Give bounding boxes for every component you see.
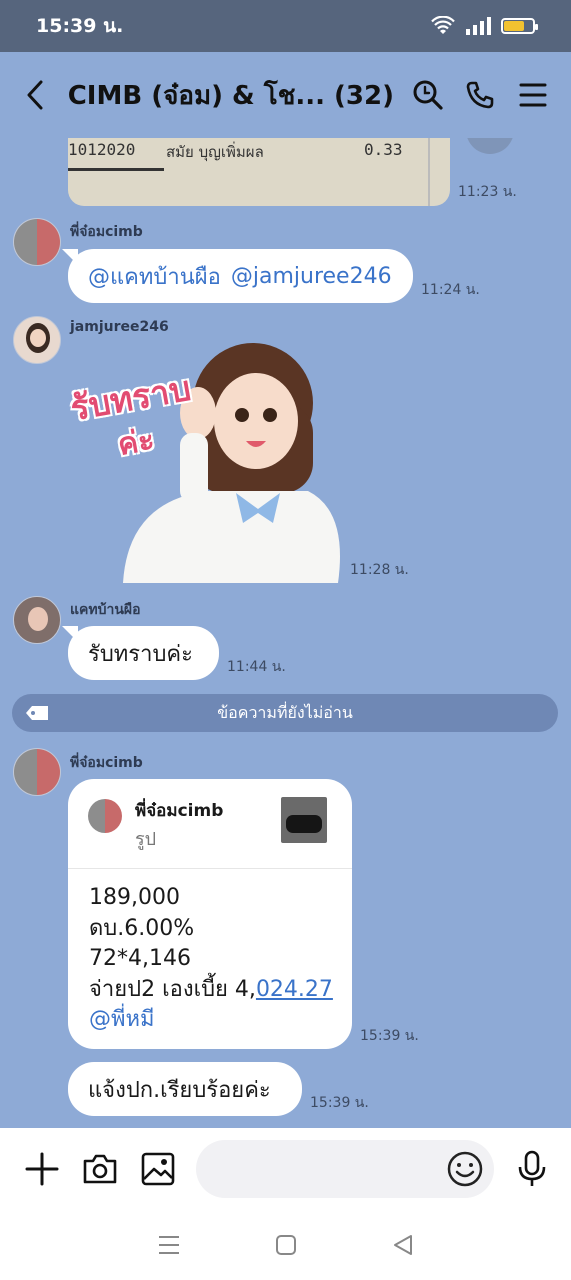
quoted-message[interactable]: พี่จ๋อมcimb รูป [68,779,352,869]
sticker-message[interactable]: รับทราบ ค่ะ [68,341,346,583]
phone-number-link[interactable]: 024.27 [256,977,333,1002]
status-icons [431,16,538,36]
message-line: ดบ.6.00% [89,915,195,941]
message-line: จ่ายป2 เองเบี้ย 4,024.27 [89,975,333,1006]
sender-name: พี่จ๋อมcimb [70,755,143,771]
message-bubble[interactable]: @แคทบ้านผือ @jamjuree246 [62,249,413,303]
sender-name: jamjuree246 [70,319,169,335]
quote-avatar [88,799,122,833]
phone-icon [467,81,494,109]
message-line: 72*4,146 [89,946,191,971]
message-text: 189,000 ดบ.6.00% 72*4,146 จ่ายป2 เองเบี้… [89,883,333,1036]
image-text-col2: สมัย บุญเพิ่มผล [166,143,264,161]
status-bar: 15:39 น. [0,0,571,52]
back-triangle-icon[interactable] [392,1234,414,1256]
mention-link[interactable]: @แคทบ้านผือ [88,259,221,294]
quote-sender: พี่จ๋อมcimb [135,801,224,821]
unread-divider: ข้อความที่ยังไม่อ่าน [12,694,558,732]
image-line [68,168,164,171]
message-text: รับทราบค่ะ [88,641,193,667]
search-icon [413,80,443,110]
avatar[interactable] [13,748,61,796]
battery-icon [501,18,538,34]
avatar[interactable] [13,316,61,364]
mention-link[interactable]: @jamjuree246 [231,264,392,289]
emoji-button[interactable] [446,1150,484,1188]
message-bubble[interactable]: รับทราบค่ะ [62,626,219,680]
quote-type: รูป [135,829,157,850]
recent-apps-icon[interactable] [158,1234,180,1256]
chat-header: CIMB (จ๋อม) & โช... (32) [0,52,571,138]
image-message[interactable]: 1012020 สมัย บุญเพิ่มผล 0.33 [68,138,450,206]
message-time: 11:24 น. [421,282,480,298]
microphone-icon [518,1150,546,1186]
voice-button[interactable] [510,1147,554,1191]
home-icon[interactable] [275,1234,297,1256]
scroll-button[interactable] [466,138,514,154]
unread-label: ข้อความที่ยังไม่อ่าน [217,702,353,722]
sender-name: พี่จ๋อมcimb [70,224,143,240]
tag-icon [26,706,48,720]
message-time: 11:28 น. [350,562,409,578]
message-time: 11:44 น. [227,659,286,675]
message-time: 11:23 น. [458,184,517,200]
add-button[interactable] [20,1147,64,1191]
sender-name: แคทบ้านผือ [70,602,141,618]
wifi-icon [431,16,455,34]
camera-icon [83,1154,117,1184]
chat-title[interactable]: CIMB (จ๋อม) & โช... (32) [68,75,394,116]
search-button[interactable] [410,73,446,117]
signal-icon [466,17,491,35]
reply-message-card[interactable]: พี่จ๋อมcimb รูป 189,000 ดบ.6.00% 72*4,14… [68,779,352,1049]
image-text-col3: 0.33 [364,140,403,159]
hamburger-menu-icon [519,83,547,107]
message-time: 15:39 น. [360,1028,419,1044]
gallery-button[interactable] [136,1147,180,1191]
quote-thumbnail [281,797,327,843]
image-text-col1: 1012020 [68,140,136,159]
plus-icon [25,1152,59,1186]
menu-button[interactable] [515,73,551,117]
chevron-left-icon [27,80,43,110]
back-button[interactable] [20,75,50,115]
bubble-tail [62,249,78,265]
message-time: 15:39 น. [310,1095,369,1111]
image-icon [141,1152,175,1186]
call-button[interactable] [462,73,498,117]
avatar[interactable] [13,596,61,644]
status-time: 15:39 น. [36,15,124,37]
system-nav-bar [0,1210,571,1280]
composer-bar [0,1128,571,1210]
chat-area[interactable]: 1012020 สมัย บุญเพิ่มผล 0.33 11:23 น. พี… [0,138,571,1128]
image-line [428,138,430,206]
message-bubble[interactable]: แจ้งปก.เรียบร้อยค่ะ [68,1062,302,1116]
message-line: 189,000 [89,885,180,910]
message-text: แจ้งปก.เรียบร้อยค่ะ [88,1077,271,1103]
smiley-icon [447,1151,483,1187]
mention-link[interactable]: @พี่หมี [89,1005,333,1036]
camera-button[interactable] [78,1147,122,1191]
avatar[interactable] [13,218,61,266]
message-text-part: จ่ายป2 เองเบี้ย 4, [89,976,256,1002]
bubble-tail [62,626,78,642]
